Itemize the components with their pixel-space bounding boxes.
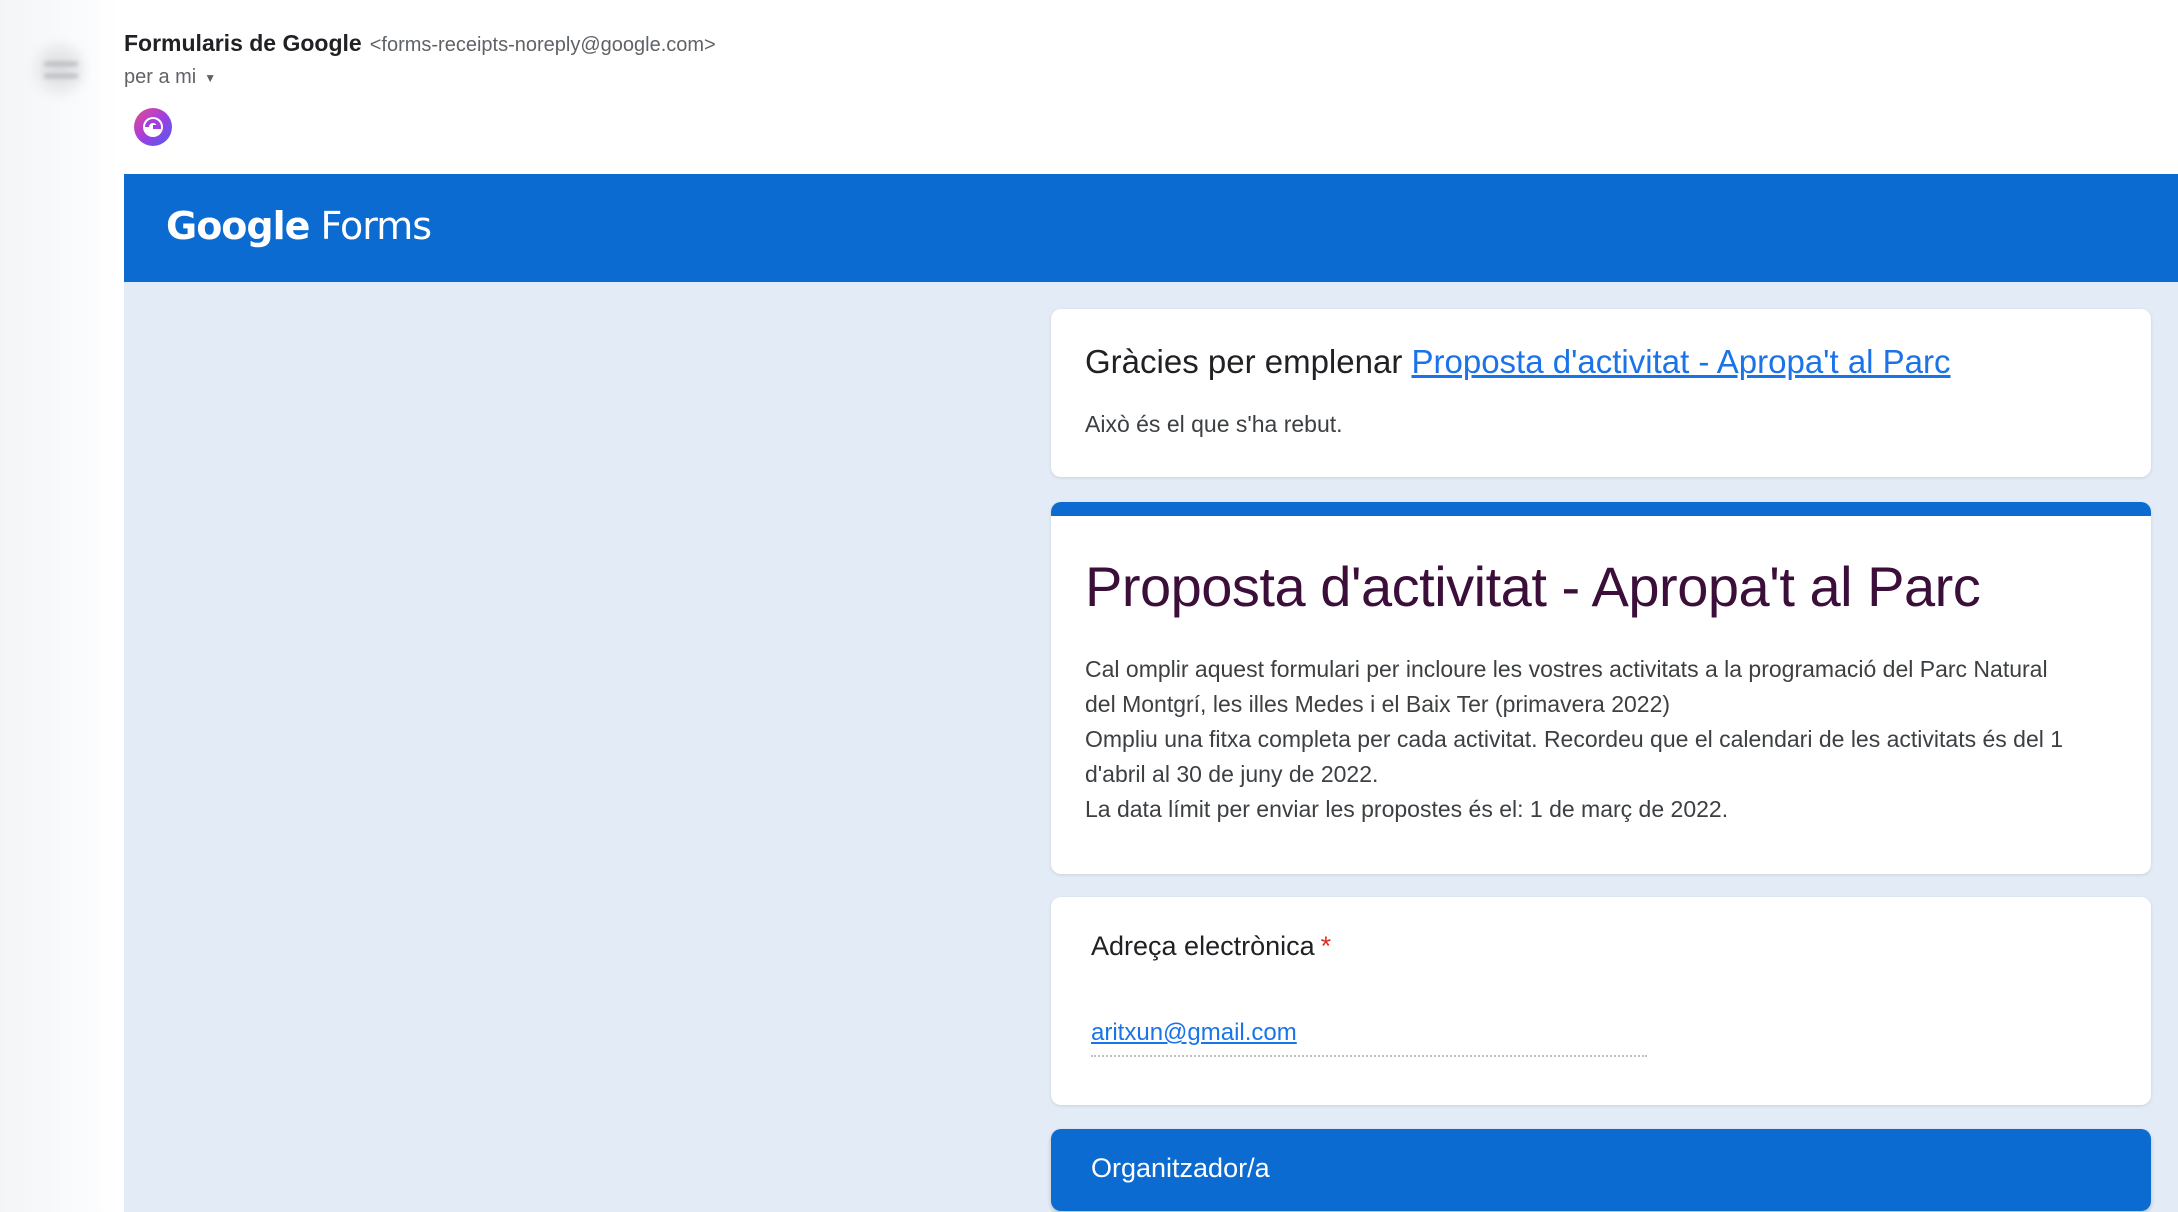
email-label-text: Adreça electrònica xyxy=(1091,931,1315,961)
left-rail xyxy=(0,0,120,1212)
caret-down-icon[interactable]: ▼ xyxy=(204,71,216,85)
sender-avatar-icon[interactable] xyxy=(32,42,86,96)
section-title: Organitzador/a xyxy=(1091,1153,1270,1183)
description-line: del Montgrí, les illes Medes i el Baix T… xyxy=(1085,691,1671,717)
email-answer-link[interactable]: aritxun@gmail.com xyxy=(1091,1019,1297,1047)
email-question-card: Adreça electrònica * aritxun@gmail.com xyxy=(1051,897,2151,1105)
answer-underline xyxy=(1091,1055,1647,1057)
google-forms-banner: Google Forms xyxy=(124,174,2178,282)
description-line: d'abril al 30 de juny de 2022. xyxy=(1085,761,1379,787)
avatar-menu-line xyxy=(44,62,78,66)
email-question-label: Adreça electrònica * xyxy=(1091,931,1331,962)
logo-google-text: Google xyxy=(166,204,310,248)
thanks-card: Gràcies per emplenar Proposta d'activita… xyxy=(1051,309,2151,477)
description-line: La data límit per enviar les propostes é… xyxy=(1085,796,1729,822)
sender-name[interactable]: Formularis de Google xyxy=(124,30,362,57)
recipient-label: per a mi xyxy=(124,66,197,88)
description-line: Ompliu una fitxa completa per cada activ… xyxy=(1085,726,2064,752)
description-line: Cal omplir aquest formulari per incloure… xyxy=(1085,656,2048,682)
section-header-organitzador: Organitzador/a xyxy=(1051,1129,2151,1211)
thanks-heading: Gràcies per emplenar Proposta d'activita… xyxy=(1085,343,1951,381)
sender-address: <forms-receipts-noreply@google.com> xyxy=(369,34,716,56)
thanks-prefix: Gràcies per emplenar xyxy=(1085,343,1403,380)
email-sender: Formularis de Google <forms-receipts-nor… xyxy=(124,30,716,64)
form-description: Cal omplir aquest formulari per incloure… xyxy=(1085,652,2125,827)
google-forms-logo: Google Forms xyxy=(166,204,433,248)
recipient-details[interactable]: per a mi ▼ xyxy=(124,66,216,89)
required-marker: * xyxy=(1320,931,1332,961)
form-title: Proposta d'activitat - Apropa't al Parc xyxy=(1085,555,1981,618)
logo-forms-text: Forms xyxy=(320,204,433,248)
form-header-card: Proposta d'activitat - Apropa't al Parc … xyxy=(1051,502,2151,874)
avatar-menu-line xyxy=(44,74,78,78)
form-link[interactable]: Proposta d'activitat - Apropa't al Parc xyxy=(1411,343,1950,380)
received-text: Això és el que s'ha rebut. xyxy=(1085,411,1343,437)
streak-extension-icon[interactable] xyxy=(132,106,174,148)
